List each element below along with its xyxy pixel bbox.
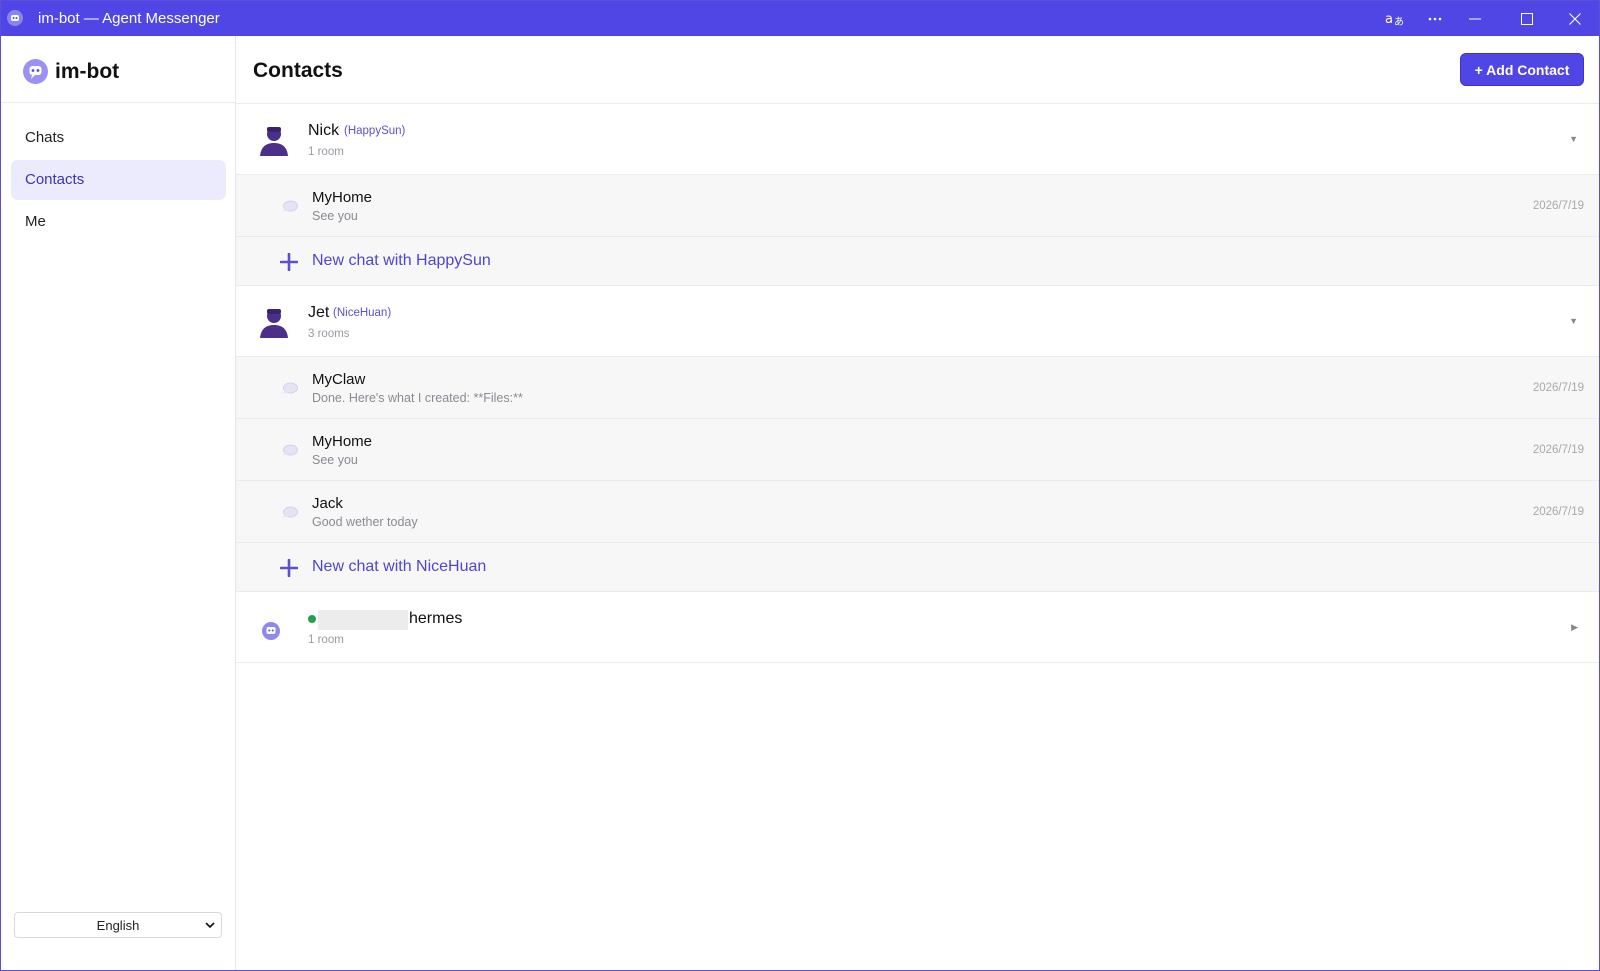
minimize-icon <box>1469 18 1481 19</box>
new-chat-label: New chat with NiceHuan <box>312 558 487 575</box>
plus-icon <box>280 559 298 577</box>
room-row[interactable]: MyClaw Done. Here's what I created: **Fi… <box>236 357 1599 419</box>
sidebar-item-me[interactable]: Me <box>11 202 226 242</box>
contact-handle: (HappySun) <box>344 125 406 137</box>
contact-row-jet[interactable]: Jet (NiceHuan) 3 rooms ▼ <box>236 286 1599 357</box>
room-row[interactable]: MyHome See you 2026/7/19 <box>236 419 1599 481</box>
redacted-name-block <box>318 610 408 630</box>
new-chat-happysun[interactable]: New chat with HappySun <box>236 237 1599 286</box>
contact-name: Jet <box>308 304 330 321</box>
room-name: MyHome <box>312 189 373 206</box>
collapse-triangle-icon[interactable]: ▼ <box>1569 134 1578 144</box>
chat-bubble-icon <box>283 444 298 456</box>
contact-name: Nick <box>308 122 340 139</box>
minimize-button[interactable] <box>1452 1 1498 36</box>
language-selected-value: English <box>96 917 140 933</box>
close-icon <box>1569 12 1581 25</box>
new-chat-label: New chat with HappySun <box>312 252 491 269</box>
sidebar-item-contacts[interactable]: Contacts <box>11 160 226 200</box>
room-date: 2026/7/19 <box>1532 200 1584 212</box>
online-status-dot <box>308 615 316 623</box>
title-bar: im-bot — Agent Messenger a あ <box>1 1 1599 36</box>
person-avatar-icon <box>260 127 288 156</box>
window-title: im-bot — Agent Messenger <box>38 10 220 27</box>
room-name: MyHome <box>312 433 373 450</box>
contacts-header: Contacts + Add Contact <box>236 36 1599 104</box>
room-last-message: See you <box>312 453 358 467</box>
plus-icon <box>280 253 298 271</box>
maximize-button[interactable] <box>1504 1 1550 36</box>
app-window: im-bot — Agent Messenger a あ im-bot Chat… <box>0 0 1600 971</box>
contact-room-count: 3 rooms <box>308 328 350 340</box>
chat-bubble-icon <box>283 382 298 394</box>
sidebar: im-bot Chats Contacts Me English <box>1 36 236 970</box>
room-date: 2026/7/19 <box>1532 506 1584 518</box>
chat-bubble-icon <box>283 200 298 212</box>
add-contact-button[interactable]: + Add Contact <box>1460 53 1584 86</box>
room-row[interactable]: MyHome See you 2026/7/19 <box>236 175 1599 237</box>
chevron-down-icon <box>205 922 215 929</box>
language-select[interactable]: English <box>14 912 222 938</box>
bot-logo-icon <box>23 59 48 84</box>
contacts-panel: Contacts + Add Contact Nick (HappySun) 1… <box>236 36 1599 970</box>
expand-triangle-icon[interactable]: ▶ <box>1571 622 1578 633</box>
room-name: Jack <box>312 495 343 512</box>
brand: im-bot <box>1 36 235 103</box>
room-date: 2026/7/19 <box>1532 444 1584 456</box>
contact-room-count: 1 room <box>308 146 344 158</box>
collapse-triangle-icon[interactable]: ▼ <box>1569 316 1578 326</box>
bot-avatar-icon <box>262 622 280 640</box>
contact-handle: (NiceHuan) <box>333 307 392 319</box>
app-bot-icon <box>7 10 23 26</box>
maximize-icon <box>1521 12 1533 25</box>
translate-icon: a あ <box>1385 12 1404 27</box>
chat-bubble-icon <box>283 506 298 518</box>
contact-name: hermes <box>409 610 463 627</box>
close-button[interactable] <box>1552 1 1598 36</box>
contact-room-count: 1 room <box>308 634 344 646</box>
room-last-message: Done. Here's what I created: **Files:** <box>312 391 523 405</box>
contact-row-nick[interactable]: Nick (HappySun) 1 room ▼ <box>236 104 1599 175</box>
brand-name: im-bot <box>55 60 120 83</box>
room-last-message: See you <box>312 209 358 223</box>
sidebar-item-chats[interactable]: Chats <box>11 118 226 158</box>
svg-text:a: a <box>1385 12 1393 27</box>
person-avatar-icon <box>260 309 288 338</box>
room-name: MyClaw <box>312 371 366 388</box>
room-date: 2026/7/19 <box>1532 382 1584 394</box>
svg-text:あ: あ <box>1394 16 1404 27</box>
room-last-message: Good wether today <box>312 515 418 529</box>
contact-row-hermes[interactable]: hermes 1 room ▶ <box>236 592 1599 663</box>
new-chat-nicehuan[interactable]: New chat with NiceHuan <box>236 543 1599 592</box>
page-title: Contacts <box>253 59 343 82</box>
more-icon <box>1428 17 1442 20</box>
room-row[interactable]: Jack Good wether today 2026/7/19 <box>236 481 1599 543</box>
